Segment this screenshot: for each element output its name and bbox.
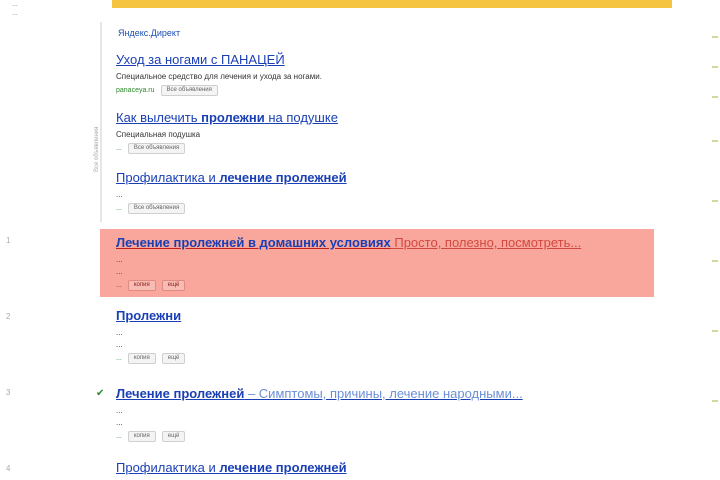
result-title-bold: лечение пролежней xyxy=(219,460,347,475)
result-snippet: ... xyxy=(116,328,123,337)
right-edge-marks xyxy=(710,0,720,480)
ad-snippet: Специальное средство для лечения и ухода… xyxy=(116,72,322,81)
result-meta: ... копия ещё xyxy=(116,431,656,442)
result-more-button[interactable]: ещё xyxy=(161,431,186,442)
result-title-extra: Просто, полезно, посмотреть... xyxy=(390,235,582,250)
ad-title-link[interactable]: Профилактика и лечение пролежней xyxy=(116,170,656,186)
ad-url[interactable]: ... xyxy=(116,144,122,154)
result-number: 3 xyxy=(6,388,11,397)
result-item: Лечение пролежней в домашних условиях Пр… xyxy=(116,235,646,291)
ad-meta: panaceya.ru Все объявления xyxy=(116,85,656,96)
ad-all-button[interactable]: Все объявления xyxy=(160,85,218,96)
ad-title-bold: лечение пролежней xyxy=(219,170,347,185)
ad-snippet: ... xyxy=(116,190,123,199)
header-left-text: ... ... xyxy=(12,0,102,18)
result-snippet: ... xyxy=(116,340,123,349)
ad-title-part: на подушке xyxy=(264,110,338,125)
result-title-link[interactable]: Лечение пролежней в домашних условиях Пр… xyxy=(116,235,646,251)
result-number: 4 xyxy=(6,464,11,473)
result-number: 2 xyxy=(6,312,11,321)
ad-all-button[interactable]: Все объявления xyxy=(127,203,186,214)
result-title-bold: Лечение пролежней xyxy=(116,386,245,401)
ad-item: Профилактика и лечение пролежней ... ...… xyxy=(116,170,656,214)
result-snippet: ... xyxy=(116,255,123,264)
ad-meta: ... Все объявления xyxy=(116,143,656,154)
result-title-part: Профилактика и xyxy=(116,460,220,475)
result-number: 1 xyxy=(6,236,11,245)
result-title-bold: Лечение пролежней в домашних условиях xyxy=(116,235,391,250)
result-snippet: ... xyxy=(116,418,123,427)
result-copy-button[interactable]: копия xyxy=(127,431,156,442)
result-snippet: ... xyxy=(116,267,123,276)
ad-snippet: Специальная подушка xyxy=(116,130,201,139)
ad-title-part: Как вылечить xyxy=(116,110,202,125)
result-item: Профилактика и лечение пролежней xyxy=(116,460,656,476)
result-more-button[interactable]: ещё xyxy=(161,353,186,364)
highlighted-result: Лечение пролежней в домашних условиях Пр… xyxy=(100,229,654,297)
search-header-bar xyxy=(112,0,672,8)
result-meta: ... копия ещё xyxy=(116,353,656,364)
result-title-link[interactable]: Профилактика и лечение пролежней xyxy=(116,460,656,476)
result-title-link[interactable]: Лечение пролежней – Симптомы, причины, л… xyxy=(116,386,656,402)
ad-title-link[interactable]: Уход за ногами с ПАНАЦЕЙ xyxy=(116,52,656,68)
result-copy-button[interactable]: копия xyxy=(127,353,156,364)
result-title-bold: Пролежни xyxy=(116,308,182,323)
ad-url[interactable]: ... xyxy=(116,204,122,214)
ad-block-header[interactable]: Яндекс.Директ xyxy=(118,28,180,38)
result-url[interactable]: ... xyxy=(116,354,122,364)
ad-title-bold: пролежни xyxy=(201,110,265,125)
result-url[interactable]: ... xyxy=(116,281,122,291)
ad-title-link[interactable]: Как вылечить пролежни на подушке xyxy=(116,110,656,126)
ad-block-side-label: Все объявления xyxy=(94,126,100,172)
ad-item: Уход за ногами с ПАНАЦЕЙ Специальное сре… xyxy=(116,52,656,96)
result-item: Лечение пролежней – Симптомы, причины, л… xyxy=(116,386,656,442)
ad-item: Как вылечить пролежни на подушке Специал… xyxy=(116,110,656,154)
ad-title-part: Профилактика и xyxy=(116,170,220,185)
visited-check-icon: ✔ xyxy=(96,388,105,399)
result-url[interactable]: ... xyxy=(116,432,122,442)
result-title-link[interactable]: Пролежни xyxy=(116,308,656,324)
result-item: Пролежни ... ... ... копия ещё xyxy=(116,308,656,364)
header-left-line1: ... xyxy=(12,1,18,8)
result-title-extra: – Симптомы, причины, лечение народными..… xyxy=(244,386,523,401)
result-copy-button[interactable]: копия xyxy=(127,280,156,291)
ad-url[interactable]: panaceya.ru xyxy=(116,86,155,96)
ad-meta: ... Все объявления xyxy=(116,203,656,214)
header-left-line2: ... xyxy=(12,10,18,17)
result-snippet: ... xyxy=(116,406,123,415)
result-meta: ... копия ещё xyxy=(116,280,646,291)
ad-all-button[interactable]: Все объявления xyxy=(127,143,186,154)
result-more-button[interactable]: ещё xyxy=(161,280,186,291)
